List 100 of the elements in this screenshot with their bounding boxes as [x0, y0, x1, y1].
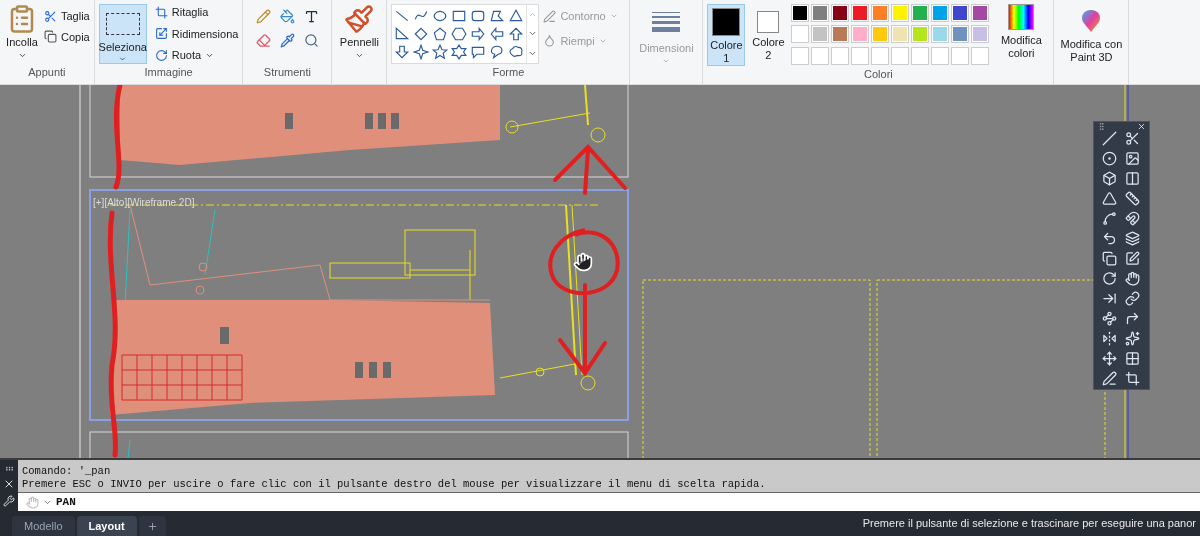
palette-swatch[interactable]: [891, 4, 910, 22]
paint-bucket-button[interactable]: [279, 8, 296, 24]
crop-tool-button[interactable]: [1124, 370, 1141, 386]
paint-3d-button[interactable]: Modifica con Paint 3D: [1058, 0, 1125, 64]
palette-swatch[interactable]: [931, 25, 950, 44]
color-slot-button[interactable]: Colore 2: [749, 4, 788, 66]
down-arrow-shape-icon[interactable]: [394, 44, 411, 60]
command-input[interactable]: PAN: [18, 493, 1200, 511]
line-tool-button[interactable]: [1101, 130, 1117, 146]
copy-tool-button[interactable]: [1101, 250, 1117, 266]
palette-swatch[interactable]: [871, 25, 890, 44]
hexagon-shape-icon[interactable]: [451, 26, 468, 42]
eraser-button[interactable]: [255, 32, 272, 48]
palette-swatch[interactable]: [791, 4, 810, 22]
pencil-button[interactable]: [255, 8, 272, 24]
palette-swatch[interactable]: [851, 4, 870, 22]
polygon-shape-icon[interactable]: [489, 8, 506, 24]
move-tool-button[interactable]: [1101, 350, 1117, 366]
rotate-button[interactable]: Ruota: [154, 47, 239, 64]
mirror-tool-button[interactable]: [1101, 330, 1117, 346]
palette-swatch[interactable]: [911, 25, 930, 44]
grip-icon[interactable]: [1097, 121, 1106, 131]
grid-tool-button[interactable]: [1124, 350, 1141, 366]
color-picker-button[interactable]: [279, 32, 296, 48]
palette-swatch[interactable]: [951, 4, 970, 22]
edit-colors-button[interactable]: Modifica colori: [993, 4, 1050, 66]
settings-icon[interactable]: [3, 494, 15, 507]
mirror-icon: [1101, 330, 1117, 346]
triangle-tool-button[interactable]: [1101, 190, 1117, 206]
line-width-icon: [652, 12, 681, 32]
palette-swatch[interactable]: [971, 25, 990, 44]
resize-button[interactable]: Ridimensiona: [154, 25, 239, 42]
rounded-rectangle-shape-icon[interactable]: [470, 8, 487, 24]
line-shape-icon[interactable]: [394, 8, 411, 24]
image-tool-button[interactable]: [1124, 150, 1141, 166]
rotate-tool-button[interactable]: [1101, 270, 1117, 286]
palette-swatch[interactable]: [791, 25, 810, 44]
brushes-button[interactable]: Pennelli: [336, 4, 383, 60]
right-triangle-shape-icon[interactable]: [394, 26, 411, 42]
right-arrow-shape-icon[interactable]: [470, 26, 487, 42]
waypoints-tool-button[interactable]: [1101, 310, 1117, 326]
magnet-tool-button[interactable]: [1124, 210, 1141, 226]
up-arrow-shape-icon[interactable]: [508, 26, 525, 42]
four-point-star-shape-icon[interactable]: [413, 44, 430, 60]
ruler-tool-button[interactable]: [1124, 190, 1141, 206]
text-tool-button[interactable]: [303, 8, 320, 24]
columns-icon: [1125, 170, 1140, 186]
scissors-tool-button[interactable]: [1124, 130, 1141, 146]
link-tool-button[interactable]: [1124, 290, 1141, 306]
six-point-star-shape-icon[interactable]: [451, 44, 468, 60]
pentagon-shape-icon[interactable]: [432, 26, 449, 42]
grip-icon[interactable]: [4, 464, 14, 474]
hand-tool-button[interactable]: [1124, 270, 1141, 286]
speech-bubble-shape-icon[interactable]: [470, 44, 487, 60]
palette-swatch[interactable]: [951, 25, 970, 44]
color-picker-icon: [279, 32, 295, 48]
palette-swatch[interactable]: [831, 4, 850, 22]
pen-line-tool-button[interactable]: [1101, 370, 1117, 386]
palette-swatch[interactable]: [871, 4, 890, 22]
crop-icon: [1125, 370, 1140, 386]
palette-swatch[interactable]: [811, 25, 830, 44]
cloud-callout-shape-icon[interactable]: [508, 44, 525, 60]
add-tab-button[interactable]: [138, 516, 166, 536]
color-slot-button[interactable]: Colore 1: [707, 4, 746, 66]
select-button[interactable]: Seleziona: [98, 4, 147, 64]
palette-swatch[interactable]: [831, 25, 850, 44]
close-icon[interactable]: [3, 478, 15, 490]
square-pen-icon: [1125, 250, 1140, 266]
cut-button[interactable]: Taglia: [44, 8, 90, 25]
layout-tab[interactable]: Layout: [76, 516, 137, 536]
layout-tab[interactable]: Modello: [12, 516, 75, 536]
paste-button[interactable]: Incolla: [4, 4, 40, 60]
magnifier-button[interactable]: [303, 32, 320, 48]
palette-swatch[interactable]: [811, 4, 830, 22]
palette-swatch[interactable]: [891, 25, 910, 44]
circle-dot-tool-button[interactable]: [1101, 150, 1117, 166]
layers-tool-button[interactable]: [1124, 230, 1141, 246]
square-pen-tool-button[interactable]: [1124, 250, 1141, 266]
palette-swatch[interactable]: [971, 4, 990, 22]
eraser-icon: [255, 32, 271, 48]
oval-shape-icon[interactable]: [432, 8, 449, 24]
cube-icon: [1101, 170, 1117, 186]
palette-swatch[interactable]: [931, 4, 950, 22]
undo-arrow-tool-button[interactable]: [1101, 230, 1117, 246]
palette-swatch[interactable]: [911, 4, 930, 22]
cube-tool-button[interactable]: [1101, 170, 1117, 186]
rectangle-shape-icon[interactable]: [451, 8, 468, 24]
sparkles-tool-button[interactable]: [1124, 330, 1141, 346]
corner-arrow-tool-button[interactable]: [1124, 310, 1141, 326]
left-arrow-shape-icon[interactable]: [489, 26, 506, 42]
crop-button[interactable]: Ritaglia: [154, 4, 239, 21]
triangle-shape-icon[interactable]: [508, 8, 525, 24]
diamond-shape-icon[interactable]: [413, 26, 430, 42]
copy-button[interactable]: Copia: [44, 28, 90, 45]
spline-tool-button[interactable]: [1101, 210, 1117, 226]
columns-tool-button[interactable]: [1124, 170, 1141, 186]
copy-icon: [44, 30, 57, 44]
close-icon[interactable]: [1137, 121, 1146, 131]
star-shape-icon[interactable]: [432, 44, 449, 60]
palette-swatch[interactable]: [851, 25, 870, 44]
